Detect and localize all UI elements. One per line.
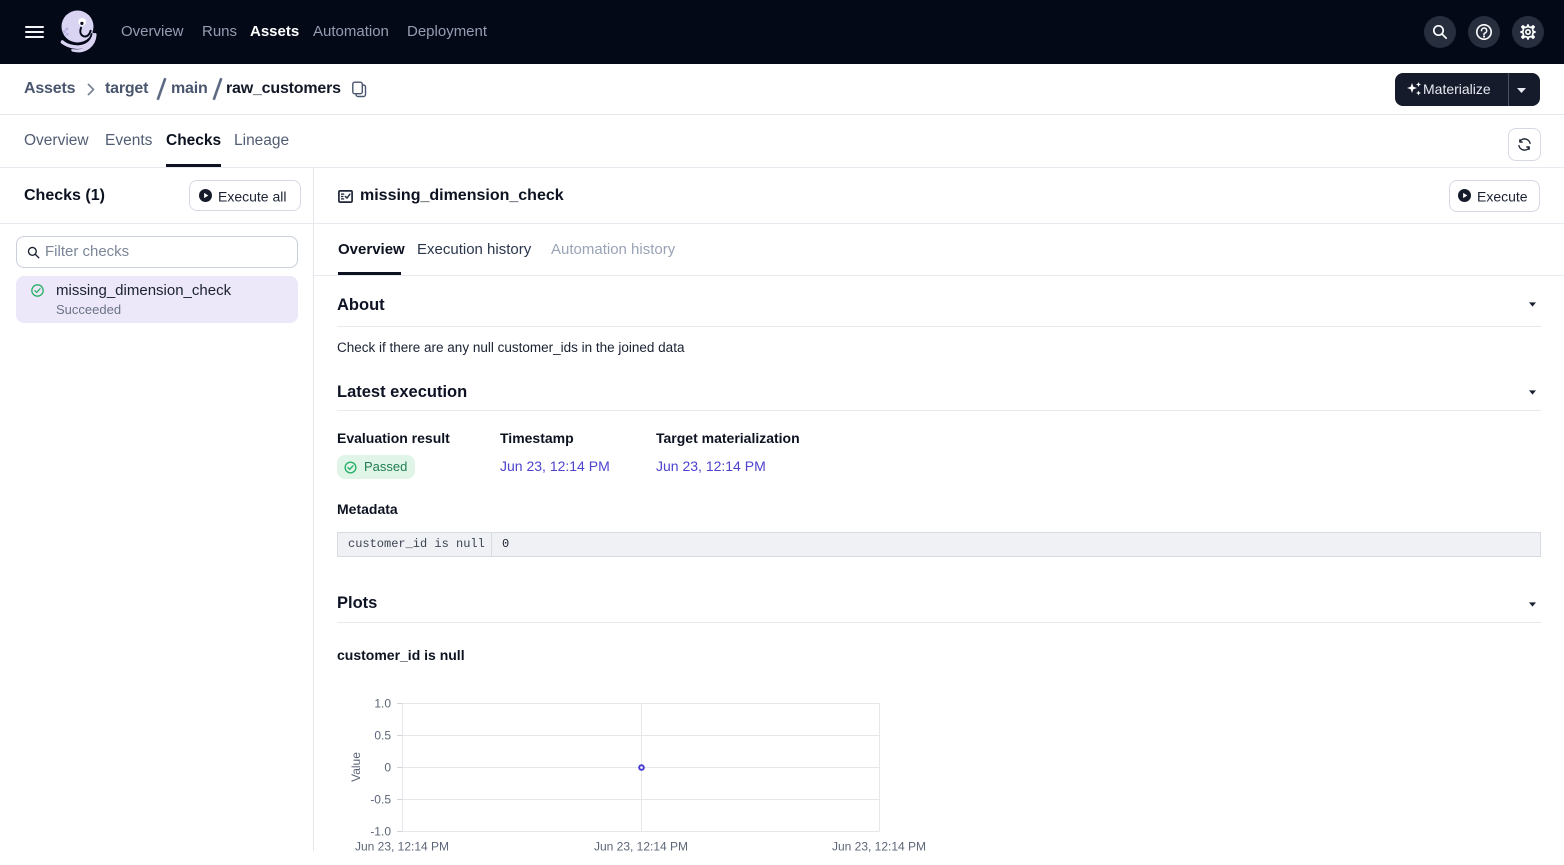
svg-text:Jun 23, 12:14 PM: Jun 23, 12:14 PM <box>355 840 449 854</box>
svg-text:0.5: 0.5 <box>374 729 391 743</box>
svg-text:Jun 23, 12:14 PM: Jun 23, 12:14 PM <box>832 840 926 854</box>
svg-text:-0.5: -0.5 <box>370 793 391 807</box>
svg-text:-1.0: -1.0 <box>370 825 391 839</box>
svg-text:Jun 23, 12:14 PM: Jun 23, 12:14 PM <box>594 840 688 854</box>
svg-text:0: 0 <box>384 761 391 775</box>
svg-text:Value: Value <box>349 752 363 782</box>
svg-text:1.0: 1.0 <box>374 697 391 711</box>
